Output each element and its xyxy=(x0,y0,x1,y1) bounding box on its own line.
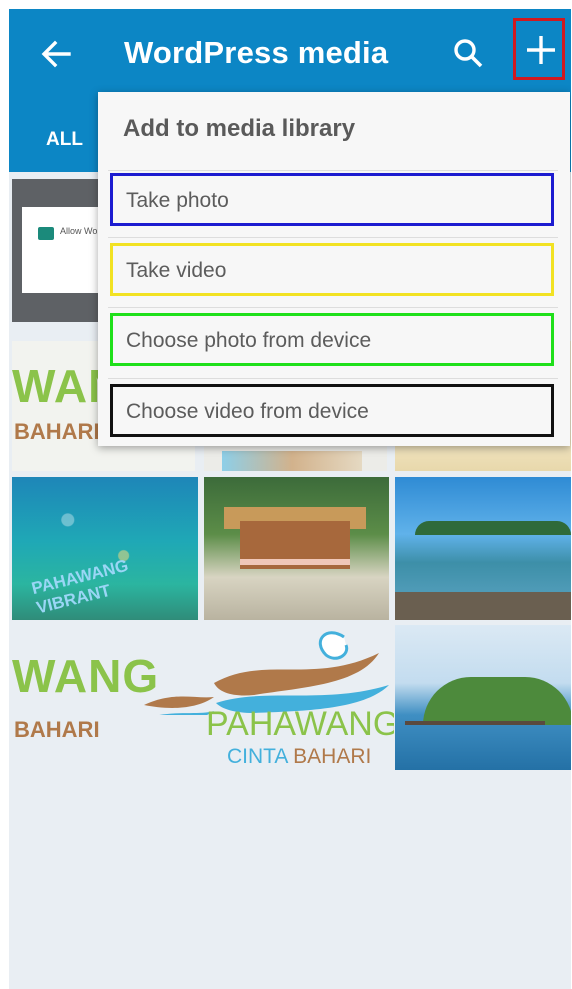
menu-item-label: Take video xyxy=(126,259,227,282)
underwater-label: PAHAWANG VIBRANT xyxy=(29,555,131,618)
back-arrow-icon[interactable] xyxy=(39,37,73,71)
search-icon[interactable] xyxy=(451,36,485,70)
plus-icon xyxy=(527,36,555,64)
logo-sub-cinta: CINTA xyxy=(227,745,288,768)
menu-item-choose-photo[interactable]: Choose photo from device xyxy=(110,313,554,366)
tab-all[interactable]: ALL xyxy=(46,129,83,151)
logo-name-text: PAHAWANG xyxy=(206,705,394,743)
media-tile-underwater[interactable]: PAHAWANG VIBRANT xyxy=(12,477,198,620)
menu-title: Add to media library xyxy=(123,115,356,142)
add-media-button[interactable] xyxy=(513,18,565,80)
menu-divider xyxy=(108,307,558,308)
jetty-shape xyxy=(405,721,545,725)
media-tile-hut[interactable] xyxy=(204,477,389,620)
hut-rail xyxy=(240,559,350,565)
menu-item-take-video[interactable]: Take video xyxy=(110,243,554,296)
page-title: WordPress media xyxy=(124,35,389,70)
menu-item-take-photo[interactable]: Take photo xyxy=(110,173,554,226)
menu-divider xyxy=(108,170,558,171)
menu-item-label: Choose photo from device xyxy=(126,329,372,352)
coast-land xyxy=(415,521,571,535)
logo-sub-text: CINTA BAHARI xyxy=(227,745,371,769)
menu-item-choose-video[interactable]: Choose video from device xyxy=(110,384,554,437)
menu-item-label: Take photo xyxy=(126,189,229,212)
logo-bahari-text-2: BAHARI xyxy=(14,717,100,742)
logo-sub-bahari: BAHARI xyxy=(293,745,372,768)
menu-divider xyxy=(108,378,558,379)
coast-rocks xyxy=(395,592,571,620)
folder-icon xyxy=(38,227,54,240)
media-tile-coast[interactable] xyxy=(395,477,571,620)
image-strip xyxy=(222,451,362,471)
menu-divider xyxy=(108,237,558,238)
media-tile-logo-full[interactable]: PAHAWANG CINTA BAHARI xyxy=(114,625,394,785)
media-tile-island[interactable] xyxy=(395,625,571,770)
add-media-menu: Add to media library Take photo Take vid… xyxy=(98,92,570,446)
logo-bahari-text: BAHARI xyxy=(14,419,100,444)
app-screen: WordPress media ALL Allow Wo photos, m y… xyxy=(9,9,571,989)
wave-logo-icon xyxy=(124,631,389,731)
menu-item-label: Choose video from device xyxy=(126,400,369,423)
island-shape xyxy=(423,677,571,725)
